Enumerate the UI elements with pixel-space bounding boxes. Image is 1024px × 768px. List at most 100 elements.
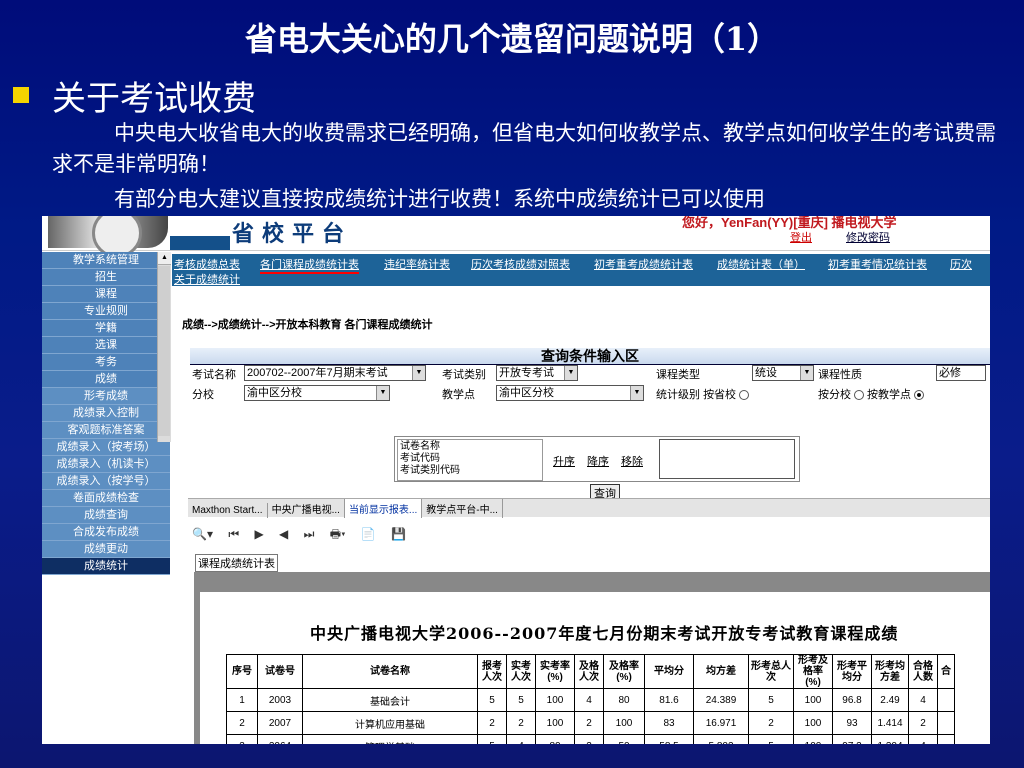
query-title: 查询条件输入区 — [190, 348, 990, 365]
change-password-link[interactable]: 修改密码 — [846, 229, 890, 245]
bullet-heading: 关于考试收费 — [52, 79, 256, 119]
table-cell — [937, 711, 955, 735]
list-item[interactable]: 考试类别代码 — [400, 465, 540, 477]
table-cell: 4 — [506, 734, 536, 744]
table-cell: 2.49 — [871, 688, 909, 712]
sort-field-list[interactable]: 试卷名称 考试代码 考试类别代码 — [397, 439, 543, 481]
list-item[interactable]: 试卷名称 — [400, 441, 540, 453]
nav-link-history-compare[interactable]: 历次考核成绩对照表 — [471, 256, 570, 272]
table-cell: 97.2 — [832, 734, 872, 744]
sidebar-item[interactable]: 成绩统计 — [42, 558, 170, 575]
nav-link-history[interactable]: 历次 — [950, 256, 972, 272]
sidebar-item[interactable]: 学籍 — [42, 320, 170, 337]
table-row: 32064管理学基础548025058.55.802510097.21.3044 — [226, 734, 955, 744]
column-header: 平均分 — [644, 654, 694, 689]
export-icon[interactable]: 📄 — [361, 527, 376, 541]
scroll-thumb[interactable] — [158, 266, 170, 436]
next-page-icon[interactable]: ▶ — [254, 527, 263, 541]
sidebar: 教学系统管理 招生 课程 专业规则 学籍 选课 考务 成绩 形考成绩 成绩录入控制 客观题标准答案成… — [42, 252, 170, 575]
sort-selected-list[interactable] — [659, 439, 795, 479]
column-header: 合格人数 — [908, 654, 938, 689]
nav-link-discipline-rate[interactable]: 违纪率统计表 — [384, 256, 450, 272]
table-cell: 计算机应用基础 — [302, 711, 478, 735]
top-navigation: 考核成绩总表 各门课程成绩统计表 违纪率统计表 历次考核成绩对照表 初考重考成绩… — [172, 254, 990, 286]
exam-name-select[interactable]: 200702--2007年7月期末考试 ▼ — [244, 365, 426, 381]
nav-link-course-stats[interactable]: 各门课程成绩统计表 — [260, 256, 359, 274]
browser-tab[interactable]: 教学点平台-中... — [422, 499, 503, 518]
sidebar-item[interactable]: 成绩录入控制 — [42, 405, 170, 422]
sidebar-item[interactable]: 专业规则 — [42, 303, 170, 320]
report-tab[interactable]: 课程成绩统计表 — [195, 554, 278, 572]
stat-point-radio[interactable] — [914, 390, 924, 401]
logout-link[interactable]: 登出 — [790, 229, 812, 245]
teach-point-select[interactable]: 渝中区分校 ▼ — [496, 385, 644, 401]
stat-province-radio[interactable] — [739, 390, 750, 401]
table-cell: 5 — [506, 688, 536, 712]
table-cell: 5 — [748, 734, 794, 744]
last-page-icon[interactable]: ⏭ — [304, 527, 315, 541]
sidebar-item[interactable]: 卷面成绩检查 — [42, 490, 170, 507]
browser-tab[interactable]: 中央广播电视... — [268, 499, 345, 518]
report-title: 中央广播电视大学2006--2007年度七月份期末考试开放专考试教育课程成绩 — [310, 624, 899, 643]
table-cell: 1.304 — [871, 734, 909, 744]
table-row: 1 2003 基础会计 5 5 100 4 80 81.6 24.389 5 100 96.8 2.49 4 — [226, 688, 955, 712]
table-cell: 5 — [477, 734, 507, 744]
stat-branch-radio[interactable] — [854, 390, 864, 401]
nav-link-retake-stats[interactable]: 初考重考成绩统计表 — [594, 256, 693, 272]
branch-select[interactable]: 渝中区分校 ▼ — [244, 385, 390, 401]
table-cell: 2 — [226, 711, 258, 735]
course-nature-label: 课程性质 — [818, 369, 862, 381]
banner-strip — [170, 236, 230, 250]
sort-desc-link[interactable]: 降序 — [587, 456, 609, 468]
sidebar-item[interactable]: 成绩查询 — [42, 507, 170, 524]
table-cell: 3 — [226, 734, 258, 744]
nav-link-retake-situation[interactable]: 初考重考情况统计表 — [828, 256, 927, 272]
table-cell: 80 — [535, 734, 575, 744]
sidebar-item[interactable]: 考务 — [42, 354, 170, 371]
sidebar-item[interactable]: 课程 — [42, 286, 170, 303]
sidebar-item[interactable]: 合成发布成绩 — [42, 524, 170, 541]
sidebar-item[interactable]: 成绩更动 — [42, 541, 170, 558]
column-header: 序号 — [226, 654, 258, 689]
sort-asc-link[interactable]: 升序 — [553, 456, 575, 468]
save-icon[interactable]: 💾 — [391, 527, 406, 541]
sort-panel: 试卷名称 考试代码 考试类别代码 升序 降序 移除 — [394, 436, 800, 482]
first-page-icon[interactable]: ⏮ — [228, 527, 239, 541]
zoom-icon[interactable]: 🔍▾ — [192, 527, 213, 541]
scroll-up-icon[interactable]: ▲ — [158, 252, 171, 265]
column-header: 形考平均分 — [832, 654, 872, 689]
table-cell: 2 — [748, 711, 794, 735]
table-cell: 1 — [226, 688, 258, 712]
exam-name-label: 考试名称 — [192, 369, 236, 381]
course-type-select[interactable]: 统设 ▼ — [752, 365, 814, 381]
nav-link-single-stats[interactable]: 成绩统计表（单） — [717, 256, 805, 272]
app-banner: 省校平台 您好，YenFan(YY)[重庆] 播电视大学 登出 修改密码 — [42, 216, 990, 258]
report-viewer: 中央广播电视大学2006--2007年度七月份期末考试开放专考试教育课程成绩 序… — [194, 572, 990, 744]
browser-tab-active[interactable]: 当前显示报表... — [344, 499, 423, 518]
sidebar-item[interactable]: 成绩录入（机读卡） — [42, 456, 170, 473]
table-cell: 16.971 — [693, 711, 749, 735]
sidebar-item[interactable]: 成绩录入（按学号） — [42, 473, 170, 490]
nav-link-about-stats[interactable]: 关于成绩统计 — [174, 271, 240, 287]
sort-remove-link[interactable]: 移除 — [621, 456, 643, 468]
table-cell: 100 — [793, 688, 833, 712]
table-cell: 100 — [535, 711, 575, 735]
print-icon[interactable]: 🖶▾ — [330, 527, 346, 541]
table-cell: 2 — [574, 711, 604, 735]
table-cell: 4 — [908, 688, 938, 712]
sidebar-item[interactable]: 教学系统管理 — [42, 252, 170, 269]
sidebar-item[interactable]: 选课 — [42, 337, 170, 354]
sidebar-item[interactable]: 形考成绩 — [42, 388, 170, 405]
sidebar-item[interactable]: 成绩 — [42, 371, 170, 388]
prev-page-icon[interactable]: ◀ — [279, 527, 288, 541]
sidebar-scrollbar[interactable]: ▲ — [157, 252, 171, 442]
sidebar-item[interactable]: 客观题标准答案 — [42, 422, 170, 439]
sidebar-item[interactable]: 成绩录入（按考场） — [42, 439, 170, 456]
sidebar-item[interactable]: 招生 — [42, 269, 170, 286]
browser-tab[interactable]: Maxthon Start... — [188, 503, 268, 518]
course-nature-select[interactable]: 必修 — [936, 365, 986, 381]
list-item[interactable]: 考试代码 — [400, 453, 540, 465]
nav-link-exam-summary[interactable]: 考核成绩总表 — [174, 256, 240, 272]
browser-tab-bar: Maxthon Start... 中央广播电视... 当前显示报表... 教学点平台-… — [188, 498, 990, 518]
exam-type-select[interactable]: 开放专考试 ▼ — [496, 365, 578, 381]
